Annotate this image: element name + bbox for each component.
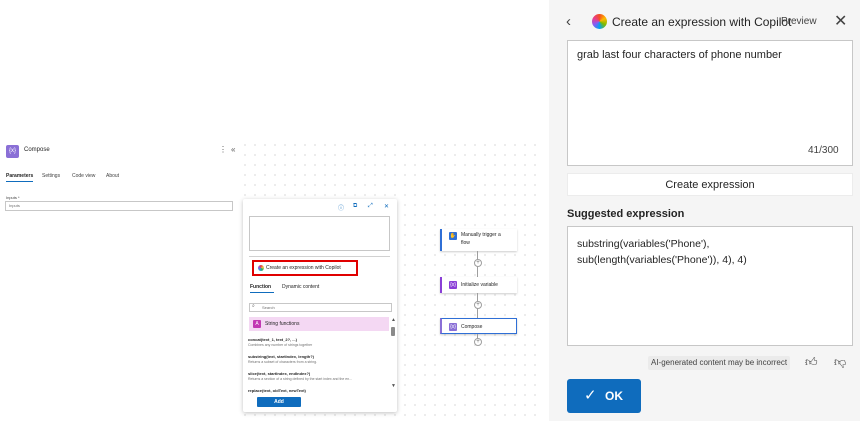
search-icon: ⌕ <box>252 303 255 309</box>
manual-trigger-icon: ✋ <box>449 232 457 240</box>
add-step-icon[interactable]: + <box>474 301 482 309</box>
ai-disclaimer-badge: AI-generated content may be incorrect <box>648 356 791 370</box>
function-description: Returns a subset of characters from a st… <box>248 360 318 364</box>
close-icon[interactable]: ✕ <box>834 11 847 31</box>
node-label: flow <box>461 240 470 246</box>
function-signature[interactable]: substring(text, startIndex, length?) <box>248 354 314 359</box>
copy-icon[interactable]: ⧉ <box>353 203 357 210</box>
node-label: Manually trigger a <box>461 232 501 238</box>
copilot-button-label: Create an expression with Copilot <box>266 265 341 271</box>
info-icon[interactable]: ⓘ <box>338 203 344 212</box>
more-options-icon[interactable]: ⋮ <box>219 145 227 154</box>
flow-node-manual-trigger[interactable]: ✋ Manually trigger a flow <box>440 229 517 251</box>
node-label: Initialize variable <box>461 282 498 288</box>
checkmark-icon: ✓ <box>584 387 597 404</box>
function-signature[interactable]: slice(text, startIndex, endIndex?) <box>248 371 310 376</box>
expression-input[interactable] <box>249 216 390 251</box>
copilot-title: Create an expression with Copilot <box>612 15 792 29</box>
close-icon[interactable]: ✕ <box>384 203 389 210</box>
function-description: Combines any number of strings together <box>248 343 313 347</box>
tab-settings[interactable]: Settings <box>42 173 60 179</box>
compose-title: Compose <box>24 147 50 153</box>
thumbs-up-icon[interactable]: 👍︎ <box>805 355 818 370</box>
character-counter: 41/300 <box>808 145 839 156</box>
tab-dynamic-content[interactable]: Dynamic content <box>282 284 319 290</box>
prompt-text: grab last four characters of phone numbe… <box>577 49 782 61</box>
create-expression-button[interactable]: Create expression <box>567 173 853 196</box>
add-step-icon[interactable]: + <box>474 259 482 267</box>
divider <box>249 256 390 257</box>
preview-badge: Preview <box>781 16 817 27</box>
ok-button[interactable]: OK <box>567 379 641 413</box>
suggested-expression-heading: Suggested expression <box>567 208 685 220</box>
scroll-thumb[interactable] <box>391 327 395 336</box>
tab-code-view[interactable]: Code view <box>72 173 95 179</box>
tab-function[interactable]: Function <box>250 284 271 290</box>
active-tab-indicator <box>250 292 274 293</box>
scroll-down-icon[interactable]: ▼ <box>391 383 396 389</box>
function-search-input[interactable]: Search <box>249 303 392 312</box>
string-function-icon: A <box>253 320 261 328</box>
back-icon[interactable]: ‹ <box>566 13 571 30</box>
function-list-scrollbar[interactable]: ▲ ▼ <box>391 317 396 391</box>
scroll-up-icon[interactable]: ▲ <box>391 317 396 323</box>
function-description: Returns a section of a string defined by… <box>248 377 353 381</box>
add-button[interactable]: Add <box>257 397 301 407</box>
inputs-label: Inputs * <box>6 195 20 200</box>
flow-node-initialize-variable[interactable]: {x} Initialize variable <box>440 277 517 293</box>
variable-icon: {x} <box>449 281 457 289</box>
thumbs-down-icon[interactable]: 👎︎ <box>834 355 846 370</box>
tab-parameters[interactable]: Parameters <box>6 173 33 179</box>
node-label: Compose <box>461 324 483 330</box>
active-tab-indicator <box>6 181 33 182</box>
inputs-field[interactable]: Inputs <box>5 201 233 211</box>
copilot-logo-icon <box>592 14 607 29</box>
add-step-icon[interactable]: + <box>474 338 482 346</box>
compose-icon: {x} <box>6 145 19 158</box>
function-signature[interactable]: concat(text_1, text_2?, ...) <box>248 337 297 342</box>
flow-node-compose[interactable]: {x} Compose <box>440 318 517 334</box>
tab-about[interactable]: About <box>106 173 119 179</box>
collapse-icon[interactable]: « <box>231 145 235 154</box>
compose-panel <box>0 140 240 421</box>
string-functions-category[interactable]: A String functions <box>249 317 389 331</box>
function-signature[interactable]: replace(text, oldText, newText) <box>248 388 306 393</box>
expression-editor-popup: ⓘ ⧉ ⤢ ✕ Create an expression with Copilo… <box>243 199 397 412</box>
category-label: String functions <box>265 321 300 327</box>
suggested-expression-text: substring(variables('Phone'), sub(length… <box>577 238 747 266</box>
expand-icon[interactable]: ⤢ <box>368 203 373 210</box>
copilot-icon <box>258 265 264 271</box>
compose-node-icon: {x} <box>449 323 457 331</box>
create-expression-with-copilot-button[interactable]: Create an expression with Copilot <box>252 260 358 276</box>
